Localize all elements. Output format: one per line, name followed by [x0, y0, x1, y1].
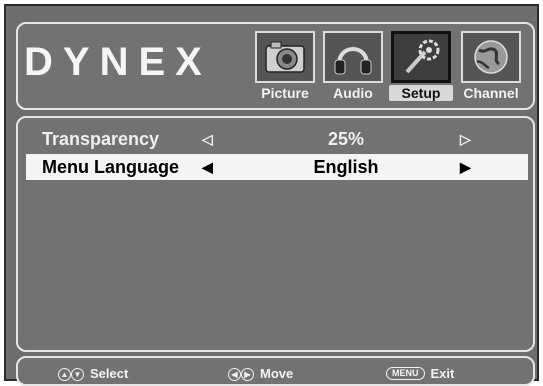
tab-picture[interactable]: Picture [253, 31, 317, 105]
setting-row-transparency[interactable]: Transparency ◁ 25% ▷ [26, 126, 528, 152]
setting-value: 25% [327, 129, 365, 149]
dynex-logo: DYNEX [24, 40, 212, 84]
camera-icon [255, 31, 315, 83]
left-right-buttons-icon: ◀ ▶ [228, 365, 254, 381]
headphones-icon [323, 31, 383, 83]
hint-move: ◀ ▶ Move [228, 363, 293, 383]
tab-label: Setup [389, 85, 453, 101]
setting-row-menu-language[interactable]: Menu Language ◀ English ▶ [26, 154, 528, 180]
setting-label: Menu Language [42, 157, 180, 177]
tab-setup[interactable]: Setup [389, 31, 453, 105]
hint-label: Move [260, 365, 294, 381]
tab-label: Picture [261, 85, 309, 101]
setting-value: English [313, 157, 379, 177]
up-down-buttons-icon: ▲ ▼ [58, 365, 84, 381]
hint-label: Exit [430, 365, 455, 381]
right-arrow-icon[interactable]: ▷ [460, 126, 471, 152]
tv-osd-screen: DYNEX Picture Audio Setup Channel Transp… [4, 4, 539, 386]
menu-button-icon: MENU [386, 366, 425, 380]
left-arrow-icon[interactable]: ◁ [202, 126, 213, 152]
setting-label: Transparency [42, 129, 160, 149]
hint-exit: MENU Exit [386, 363, 454, 383]
settings-panel: Transparency ◁ 25% ▷ Menu Language ◀ Eng… [16, 116, 535, 352]
button-hint-bar: ▲ ▼ Select ◀ ▶ Move MENU Exit [16, 356, 535, 386]
gear-tool-icon [391, 31, 451, 83]
right-arrow-icon[interactable]: ▶ [460, 154, 471, 180]
tab-label: Audio [333, 85, 373, 101]
hint-label: Select [90, 365, 129, 381]
tab-audio[interactable]: Audio [321, 31, 385, 105]
tab-channel[interactable]: Channel [459, 31, 523, 105]
menu-header: DYNEX Picture Audio Setup Channel [16, 22, 535, 110]
tab-label: Channel [463, 85, 519, 101]
left-arrow-icon[interactable]: ◀ [202, 154, 213, 180]
hint-select: ▲ ▼ Select [58, 363, 128, 383]
globe-icon [461, 31, 521, 83]
